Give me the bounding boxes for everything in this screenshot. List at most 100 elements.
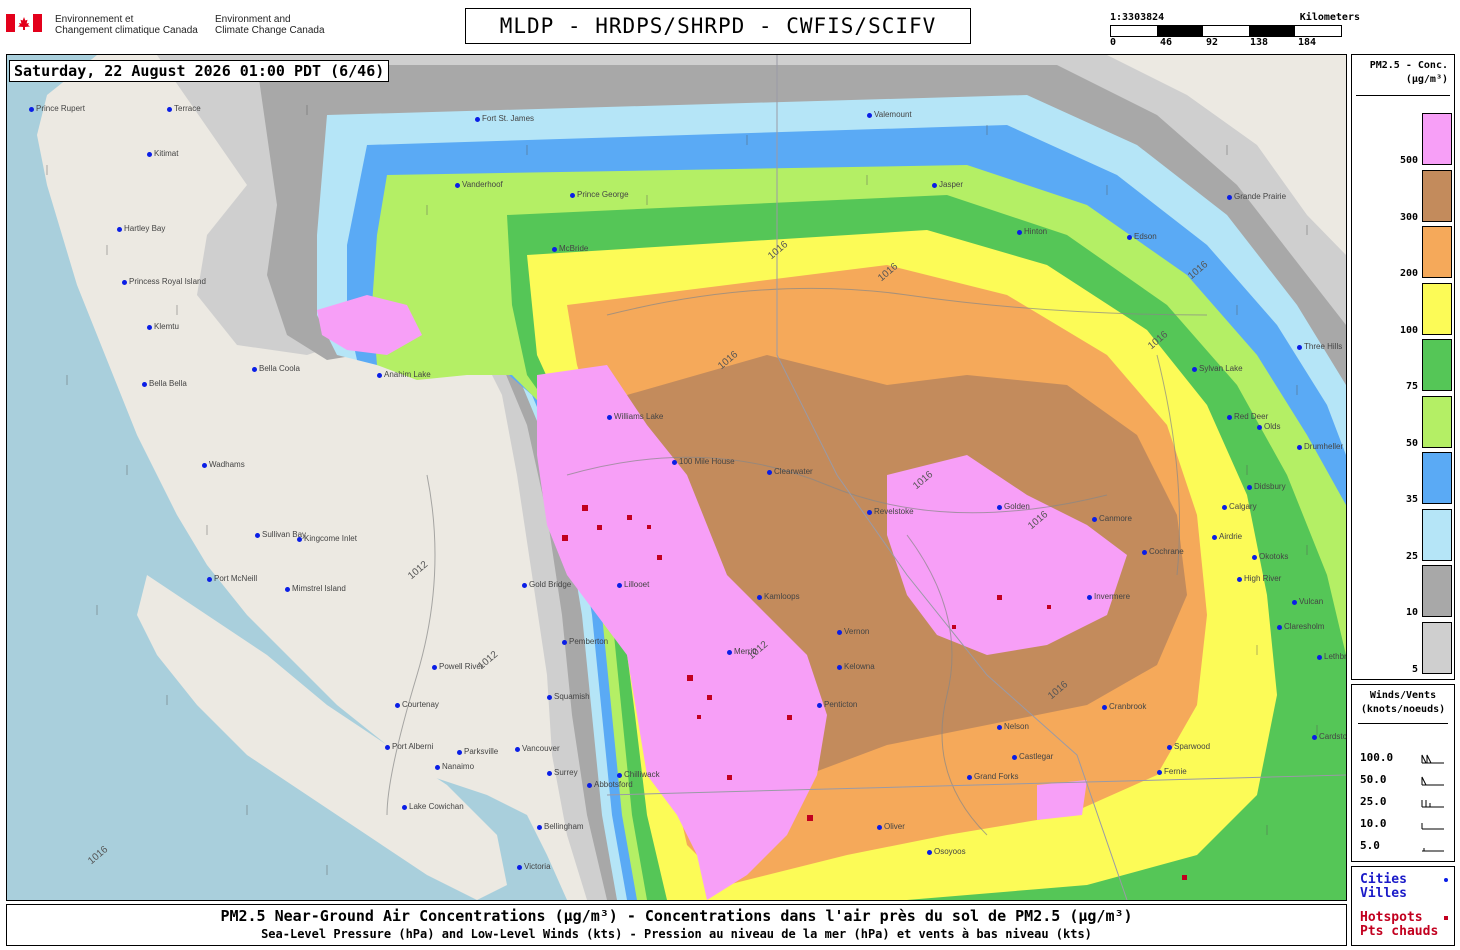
city-dot bbox=[537, 825, 542, 830]
city-label: Lethbridge bbox=[1324, 652, 1347, 661]
city-label: Powell River bbox=[439, 662, 484, 671]
cities-key-line2: Villes bbox=[1360, 886, 1407, 901]
city-dot bbox=[455, 183, 460, 188]
legend-swatch bbox=[1422, 113, 1452, 165]
city-dot bbox=[867, 510, 872, 515]
city-dot bbox=[1277, 625, 1282, 630]
city-dot bbox=[202, 463, 207, 468]
city-label: Port Alberni bbox=[392, 742, 434, 751]
legend-swatch bbox=[1422, 226, 1452, 278]
city-dot bbox=[122, 280, 127, 285]
map-canvas bbox=[7, 55, 1346, 900]
legend-title-line2: (µg/m³) bbox=[1405, 74, 1448, 85]
city-label: Oliver bbox=[884, 822, 905, 831]
city-dot bbox=[1312, 735, 1317, 740]
city-label: Bella Coola bbox=[259, 364, 300, 373]
city-label: Osoyoos bbox=[934, 847, 966, 856]
legend-swatch bbox=[1422, 395, 1452, 448]
city-dot bbox=[1297, 445, 1302, 450]
city-dot bbox=[1102, 705, 1107, 710]
pm25-legend: PM2.5 - Conc. (µg/m³) 500 300 200 100 75 50 35… bbox=[1351, 54, 1455, 680]
city-dot bbox=[927, 850, 932, 855]
cities-key-line1: Cities bbox=[1360, 872, 1407, 887]
city-dot bbox=[255, 533, 260, 538]
city-label: Squamish bbox=[554, 692, 590, 701]
city-dot bbox=[767, 470, 772, 475]
legend-swatch bbox=[1422, 169, 1452, 222]
city-label: Calgary bbox=[1229, 502, 1257, 511]
legend-title: PM2.5 - Conc. (µg/m³) bbox=[1352, 59, 1454, 87]
city-label: Surrey bbox=[554, 768, 578, 777]
legend-swatch bbox=[1422, 508, 1452, 561]
city-dot bbox=[867, 113, 872, 118]
city-label: Airdrie bbox=[1219, 532, 1243, 541]
scale-bar: 1:3303824 Kilometers 0 46 92 138 184 bbox=[1108, 10, 1360, 52]
legend-swatch-label: 300 bbox=[1399, 211, 1418, 223]
map-caption: PM2.5 Near-Ground Air Concentrations (µg… bbox=[6, 904, 1347, 946]
scale-tick: 46 bbox=[1160, 37, 1173, 48]
legend-swatch bbox=[1422, 565, 1452, 617]
city-label: Hartley Bay bbox=[124, 224, 166, 233]
city-dot bbox=[967, 775, 972, 780]
city-label: Pemberton bbox=[569, 637, 609, 646]
wind-barb-icon bbox=[1421, 823, 1444, 830]
city-label: Vancouver bbox=[522, 744, 560, 753]
city-label: Didsbury bbox=[1254, 482, 1286, 491]
city-dot bbox=[877, 825, 882, 830]
city-label: Abbotsford bbox=[594, 780, 633, 789]
city-label: 100 Mile House bbox=[679, 457, 735, 466]
city-dot bbox=[837, 630, 842, 635]
city-dot bbox=[837, 665, 842, 670]
city-dot bbox=[29, 107, 34, 112]
city-dot bbox=[997, 725, 1002, 730]
city-dot bbox=[1127, 235, 1132, 240]
city-dot bbox=[1297, 345, 1302, 350]
city-dot bbox=[757, 595, 762, 600]
legend-swatch bbox=[1422, 621, 1452, 674]
city-label: Kingcome Inlet bbox=[304, 534, 357, 543]
scale-bar-graphic bbox=[1110, 25, 1342, 37]
city-label: Vulcan bbox=[1299, 597, 1324, 606]
city-label: Gold Bridge bbox=[529, 580, 572, 589]
city-label: Victoria bbox=[524, 862, 551, 871]
city-label: Mimstrel Island bbox=[292, 584, 346, 593]
city-dot bbox=[1212, 535, 1217, 540]
legend-swatch bbox=[1422, 452, 1452, 504]
city-label: Cochrane bbox=[1149, 547, 1184, 556]
wind-title-line1: Winds/Vents bbox=[1369, 690, 1437, 701]
caption-line2: Sea-Level Pressure (hPa) and Low-Level W… bbox=[261, 927, 1092, 941]
city-dot bbox=[617, 773, 622, 778]
legend-swatch-label: 10 bbox=[1405, 607, 1418, 618]
department-name-en: Environment and Climate Change Canada bbox=[215, 14, 325, 36]
city-label: Lillooet bbox=[624, 580, 650, 589]
city-label: Clearwater bbox=[774, 467, 813, 476]
city-label: Hinton bbox=[1024, 227, 1048, 236]
hotspot-square-icon bbox=[1444, 916, 1448, 920]
city-label: Three Hills bbox=[1304, 342, 1343, 351]
city-dot bbox=[552, 247, 557, 252]
city-dot bbox=[147, 152, 152, 157]
smoke-forecast-map[interactable]: 1016 1016 1016 1016 1012 1012 1016 1016 … bbox=[6, 54, 1347, 901]
city-label: Port McNeill bbox=[214, 574, 258, 583]
dept-en-line1: Environment and bbox=[215, 14, 291, 25]
city-dot bbox=[457, 750, 462, 755]
wind-speed-label: 50.0 bbox=[1360, 773, 1387, 786]
city-dot bbox=[117, 227, 122, 232]
wind-speed-label: 5.0 bbox=[1360, 839, 1380, 852]
city-label: Sylvan Lake bbox=[1199, 364, 1243, 373]
city-dot bbox=[672, 460, 677, 465]
city-label: Red Deer bbox=[1234, 412, 1269, 421]
city-label: Sullivan Bay bbox=[262, 530, 307, 539]
dept-en-line2: Climate Change Canada bbox=[215, 25, 325, 36]
city-dot bbox=[570, 193, 575, 198]
city-label: Fernie bbox=[1164, 767, 1187, 776]
city-label: Claresholm bbox=[1284, 622, 1325, 631]
city-label: Princess Royal Island bbox=[129, 277, 206, 286]
city-label: Kitimat bbox=[154, 149, 179, 158]
city-label: McBride bbox=[559, 244, 589, 253]
city-dot bbox=[1157, 770, 1162, 775]
city-dot bbox=[395, 703, 400, 708]
city-dot bbox=[522, 583, 527, 588]
city-label: Lake Cowichan bbox=[409, 802, 464, 811]
city-dot bbox=[1252, 555, 1257, 560]
